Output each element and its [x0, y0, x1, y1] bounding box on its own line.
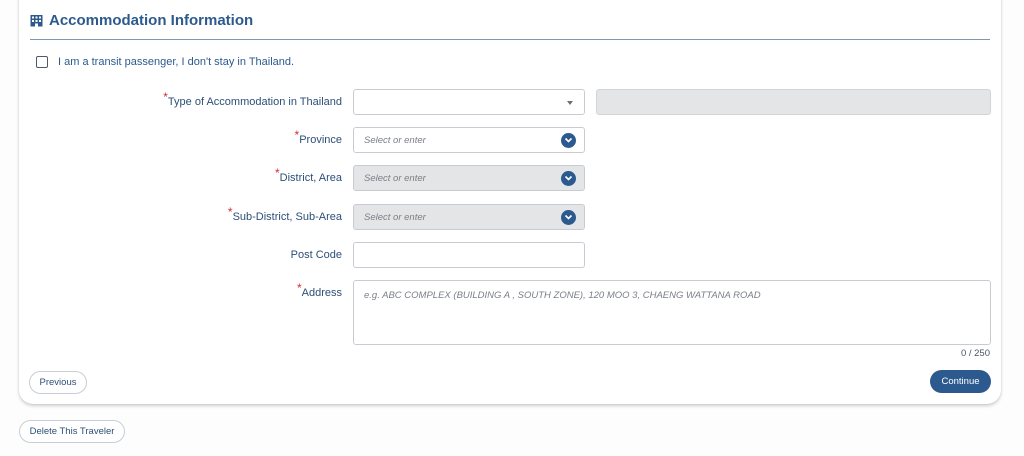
- province-placeholder: Select or enter: [364, 135, 426, 146]
- sub-district-label-text: Sub-District, Sub-Area: [232, 211, 342, 223]
- sub-district-placeholder: Select or enter: [364, 212, 426, 223]
- section-header: Accommodation Information: [30, 9, 990, 40]
- post-code-input[interactable]: [353, 242, 585, 268]
- district-label: *District, Area: [275, 166, 342, 184]
- address-label: *Address: [297, 281, 342, 299]
- previous-button[interactable]: Previous: [29, 371, 87, 394]
- address-placeholder: e.g. ABC COMPLEX (BUILDING A , SOUTH ZON…: [364, 290, 761, 301]
- required-marker: *: [227, 205, 233, 219]
- address-char-counter: 0 / 250: [960, 348, 990, 359]
- building-icon: [30, 14, 43, 26]
- province-label: *Province: [295, 128, 342, 146]
- required-marker: *: [163, 90, 168, 104]
- chevron-down-icon: [561, 133, 576, 148]
- province-label-text: Province: [299, 134, 342, 146]
- transit-option[interactable]: I am a transit passenger, I don't stay i…: [36, 56, 294, 68]
- district-select[interactable]: Select or enter: [353, 165, 585, 191]
- post-code-label: Post Code: [290, 249, 342, 261]
- required-marker: *: [296, 281, 302, 295]
- delete-traveler-button[interactable]: Delete This Traveler: [19, 420, 125, 443]
- accommodation-type-select[interactable]: [353, 89, 585, 115]
- required-marker: *: [294, 128, 300, 142]
- province-select[interactable]: Select or enter: [353, 127, 585, 153]
- accommodation-type-label: *Type of Accommodation in Thailand: [163, 90, 342, 108]
- district-label-text: District, Area: [279, 172, 342, 184]
- transit-label: I am a transit passenger, I don't stay i…: [58, 56, 295, 68]
- chevron-down-icon: [561, 171, 576, 186]
- transit-checkbox[interactable]: [36, 56, 48, 68]
- required-marker: *: [274, 166, 280, 180]
- caret-down-icon: [567, 101, 573, 105]
- accommodation-card: Accommodation Information I am a transit…: [19, 0, 1001, 404]
- accommodation-type-label-text: Type of Accommodation in Thailand: [167, 96, 342, 108]
- sub-district-select[interactable]: Select or enter: [353, 204, 585, 230]
- district-placeholder: Select or enter: [364, 173, 426, 184]
- page: Accommodation Information I am a transit…: [0, 0, 1024, 456]
- accommodation-type-detail-field: [596, 89, 991, 115]
- address-textarea[interactable]: e.g. ABC COMPLEX (BUILDING A , SOUTH ZON…: [353, 280, 991, 345]
- chevron-down-icon: [561, 210, 576, 225]
- address-label-text: Address: [301, 287, 342, 299]
- sub-district-label: *Sub-District, Sub-Area: [228, 205, 342, 223]
- section-title: Accommodation Information: [49, 11, 254, 29]
- continue-button[interactable]: Continue: [930, 370, 991, 393]
